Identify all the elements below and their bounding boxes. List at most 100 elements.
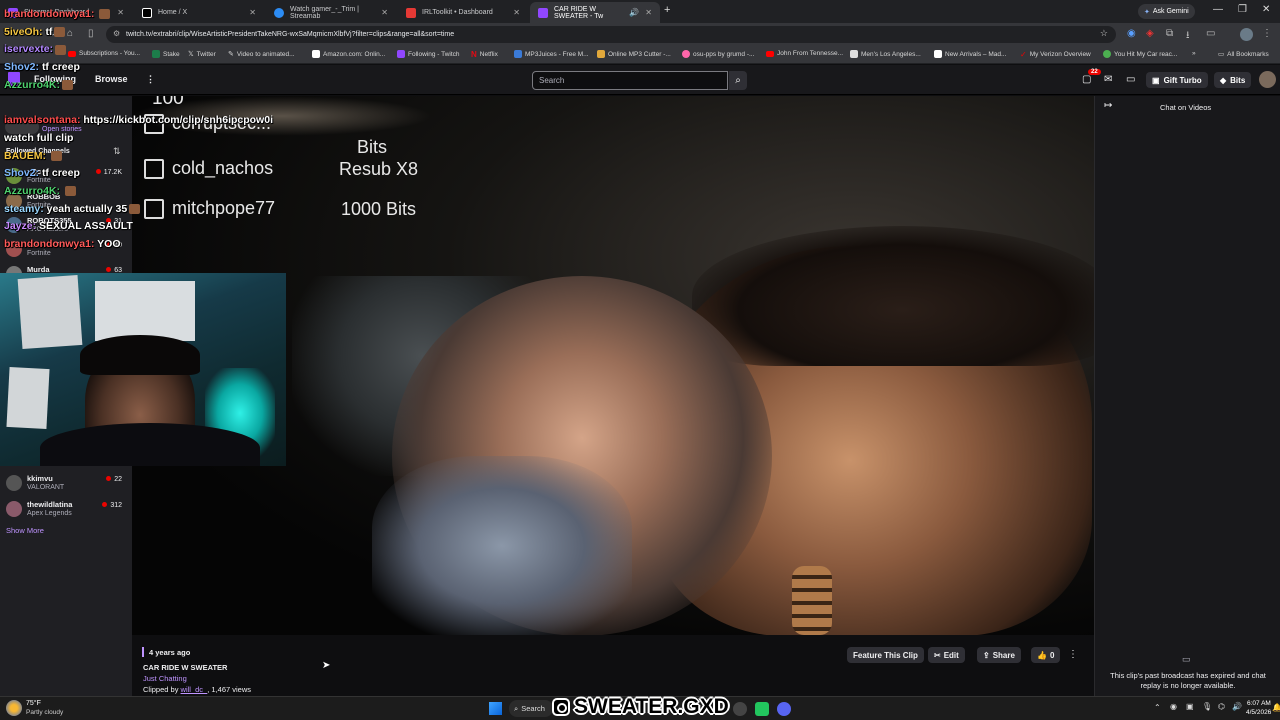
clip-category-link[interactable]: Just Chatting bbox=[143, 674, 187, 683]
chat-username: Azzurro4K: bbox=[4, 78, 61, 91]
speaker-icon[interactable]: 🔊 bbox=[629, 8, 639, 17]
search-input[interactable]: Search bbox=[532, 71, 728, 90]
app-icon[interactable] bbox=[755, 702, 769, 716]
channel-game: VALORANT bbox=[27, 484, 65, 491]
new-tab-button[interactable]: + bbox=[664, 4, 670, 16]
notification-bell-icon[interactable]: 🔔 bbox=[1272, 703, 1280, 712]
chat-username: brandondonwya1: bbox=[4, 237, 95, 250]
chat-line: steamy: yeah actually 35 bbox=[4, 201, 324, 219]
bookmark-item[interactable]: New Arrivals – Mad... bbox=[934, 50, 1006, 58]
twitch-favicon-icon bbox=[538, 7, 548, 18]
chat-message: SEXUAL ASSAULT bbox=[39, 220, 133, 233]
close-tab-icon[interactable]: ✕ bbox=[645, 8, 652, 17]
bookmark-item[interactable]: MP3Juices - Free M... bbox=[514, 50, 589, 58]
ask-gemini-label: Ask Gemini bbox=[1152, 8, 1189, 15]
download-icon[interactable]: ⭳ bbox=[1186, 28, 1190, 45]
bits-button[interactable]: ◆ Bits bbox=[1214, 72, 1252, 88]
share-button[interactable]: ⇪ Share bbox=[977, 647, 1021, 663]
like-button[interactable]: 👍 0 bbox=[1031, 647, 1061, 663]
obs-icon[interactable] bbox=[733, 702, 747, 716]
bookmark-item[interactable]: John From Tennesse... bbox=[766, 50, 843, 57]
chat-line: Shov2: tf creep bbox=[4, 59, 324, 77]
clipper-link[interactable]: will_dc_ bbox=[181, 685, 208, 694]
profile-avatar[interactable] bbox=[1240, 28, 1253, 41]
user-avatar[interactable] bbox=[1259, 71, 1276, 88]
bookmark-item[interactable]: Online MP3 Cutter -... bbox=[597, 50, 671, 58]
extension-icon[interactable]: ◉ bbox=[1127, 28, 1136, 39]
bookmark-item[interactable]: Men's Los Angeles... bbox=[850, 50, 921, 58]
bookmark-item[interactable]: N Netflix bbox=[471, 50, 498, 59]
bookmark-star-icon[interactable]: ☆ bbox=[1100, 28, 1108, 39]
volume-icon[interactable]: 🔊 bbox=[1232, 702, 1242, 711]
osu-icon bbox=[682, 50, 690, 58]
ask-gemini-button[interactable]: ✦ Ask Gemini bbox=[1138, 4, 1195, 19]
taskbar-search[interactable]: ⌕ Search bbox=[509, 700, 553, 717]
scissors-icon: ✂ bbox=[934, 650, 941, 660]
close-tab-icon[interactable]: ✕ bbox=[381, 8, 388, 17]
collapse-chat-icon[interactable]: ↦ bbox=[1104, 100, 1112, 111]
chat-username: iservexte: bbox=[4, 43, 54, 56]
like-count: 0 bbox=[1049, 650, 1055, 660]
extensions-puzzle-icon[interactable]: ⧉ bbox=[1166, 28, 1173, 39]
search-button[interactable]: ⌕ bbox=[729, 71, 747, 90]
channel-game: Apex Legends bbox=[27, 510, 72, 517]
more-options-icon[interactable]: ⋮ bbox=[1068, 649, 1078, 660]
mic-icon[interactable]: 🎙 bbox=[1202, 702, 1212, 711]
mail-icon[interactable]: ✉ bbox=[1104, 74, 1112, 85]
more-bookmarks-icon[interactable]: » bbox=[1192, 50, 1196, 57]
emote-icon bbox=[129, 203, 141, 214]
close-window-icon[interactable]: ✕ bbox=[1262, 4, 1270, 15]
feature-clip-button[interactable]: Feature This Clip bbox=[847, 647, 924, 663]
browser-tab[interactable]: IRLToolkit • Dashboard ✕ bbox=[398, 2, 528, 23]
browser-tab-active[interactable]: CAR RIDE W SWEATER - Tw 🔊 ✕ bbox=[530, 2, 660, 23]
chat-username: Shov2: bbox=[4, 167, 40, 180]
chat-username: Shov2: bbox=[4, 61, 40, 74]
bookmark-label: MP3Juices - Free M... bbox=[525, 50, 589, 58]
inbox-icon[interactable]: ▢ bbox=[1082, 74, 1091, 85]
maximize-icon[interactable]: ❐ bbox=[1238, 4, 1247, 15]
gift-turbo-button[interactable]: ▣ Gift Turbo bbox=[1146, 72, 1208, 88]
tray-chevron-icon[interactable]: ⌃ bbox=[1154, 703, 1161, 712]
tray-icon[interactable]: ◉ bbox=[1170, 702, 1177, 711]
clock-time[interactable]: 6:07 AM bbox=[1247, 700, 1271, 707]
clock-date[interactable]: 4/5/2026 bbox=[1246, 709, 1271, 716]
minimize-icon[interactable]: — bbox=[1213, 4, 1223, 15]
close-tab-icon[interactable]: ✕ bbox=[513, 8, 520, 17]
mp3-icon bbox=[514, 50, 522, 58]
search-icon: ⌕ bbox=[735, 75, 741, 86]
chat-username: brandondonwya1: bbox=[4, 8, 95, 20]
channel-name: thewildlatina bbox=[27, 500, 73, 509]
weather-icon[interactable] bbox=[6, 700, 22, 716]
hair-right bbox=[692, 226, 1094, 366]
bookmark-item[interactable]: ✓ My Verizon Overview bbox=[1020, 50, 1091, 59]
menu-icon[interactable]: ⋮ bbox=[1262, 28, 1272, 39]
split-view-icon[interactable]: ▭ bbox=[1206, 28, 1215, 39]
chat-line bbox=[4, 94, 324, 112]
chat-line: iamvalsontana: https://kickbot.com/clip/… bbox=[4, 112, 324, 130]
bookmark-item[interactable]: You Hit My Car reac... bbox=[1103, 50, 1177, 58]
sidebar-channel[interactable]: thewildlatina Apex Legends 312 bbox=[6, 499, 128, 521]
chat-line: Shov2: tf creep bbox=[4, 165, 324, 183]
extension-icon[interactable]: ◈ bbox=[1146, 28, 1154, 39]
store-icon bbox=[850, 50, 858, 58]
network-icon[interactable]: ⌬ bbox=[1218, 702, 1225, 711]
mouse-cursor-icon: ➤ bbox=[322, 660, 331, 671]
show-more-link[interactable]: Show More bbox=[6, 526, 44, 535]
bookmark-item[interactable]: Following - Twitch bbox=[397, 50, 460, 58]
edit-button[interactable]: ✂ Edit bbox=[928, 647, 965, 663]
chat-line: 5iveOh: tf bbox=[4, 24, 324, 42]
emote-icon bbox=[55, 44, 67, 55]
sidebar-channel[interactable]: kkimvu VALORANT 22 bbox=[6, 473, 128, 495]
chat-username: Jayze: bbox=[4, 220, 37, 233]
chat-line: brandondonwya1: bbox=[4, 6, 324, 24]
bookmark-item[interactable]: osu-pps by grumd -... bbox=[682, 50, 754, 58]
thumbs-up-icon: 👍 bbox=[1037, 650, 1047, 660]
share-icon: ⇪ bbox=[983, 650, 990, 660]
clipped-by-label: Clipped by bbox=[143, 685, 179, 694]
discord-icon[interactable] bbox=[777, 702, 791, 716]
tray-icon[interactable]: ▣ bbox=[1186, 702, 1194, 711]
instagram-icon bbox=[552, 698, 570, 716]
all-bookmarks[interactable]: ▭ All Bookmarks bbox=[1218, 50, 1269, 59]
whispers-icon[interactable]: ▭ bbox=[1126, 74, 1135, 85]
windows-start-icon[interactable] bbox=[489, 702, 502, 715]
